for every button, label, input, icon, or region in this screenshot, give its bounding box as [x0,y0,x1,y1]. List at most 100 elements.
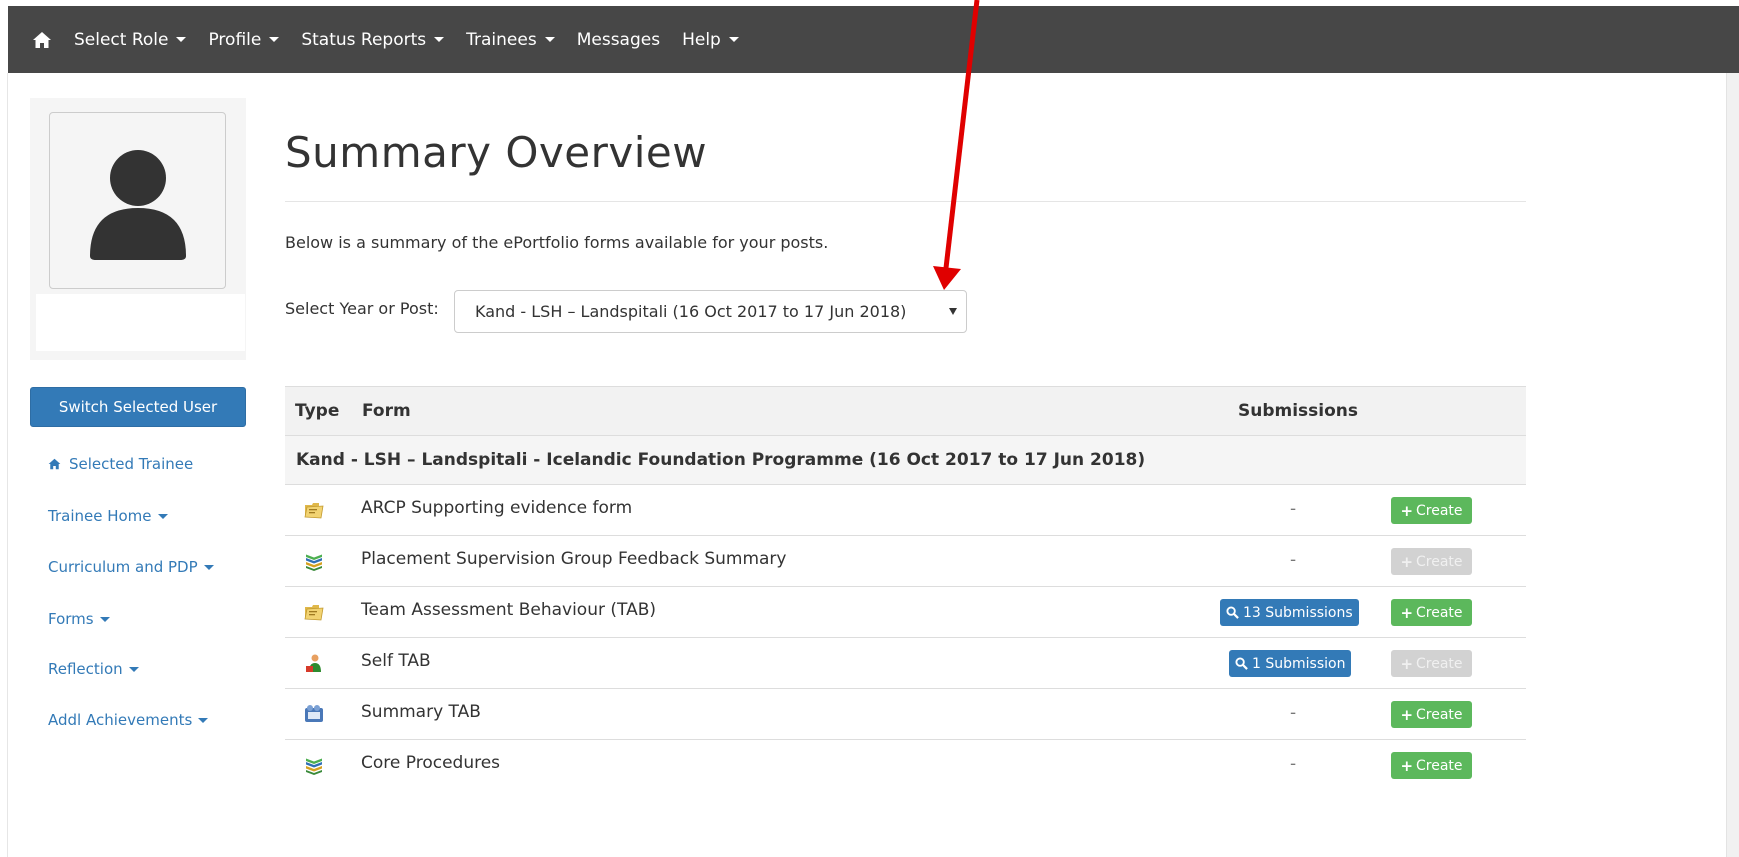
create-label: Create [1416,757,1463,774]
person-icon [306,654,321,672]
table-row: Placement Supervision Group Feedback Sum… [285,535,1526,586]
switch-selected-user-button[interactable]: Switch Selected User [30,387,246,427]
nav-select-role[interactable]: Select Role [74,30,187,50]
left-edge [0,73,8,857]
nav-messages[interactable]: Messages [577,30,660,50]
create-button-disabled: + Create [1391,650,1472,677]
plus-icon: + [1400,705,1414,724]
avatar [49,112,226,289]
table-row: ARCP Supporting evidence form - + Create [285,484,1526,535]
create-label: Create [1416,655,1463,672]
film-icon [305,705,323,722]
nav-label: Help [682,29,721,50]
create-button[interactable]: + Create [1391,752,1472,779]
table-row: Self TAB 1 Submission + Create [285,637,1526,688]
sidebar-item-reflection[interactable]: Reflection [48,660,139,678]
sidebar-item-label: Addl Achievements [48,711,193,729]
chevron-down-icon [157,513,168,519]
chevron-down-icon [544,37,555,42]
form-name[interactable]: Summary TAB [361,702,481,722]
chevron-down-icon [128,666,139,672]
search-icon [1226,606,1239,619]
chevron-down-icon [99,616,110,622]
create-label: Create [1416,706,1463,723]
column-header-form: Form [362,401,411,421]
profile-name-area [36,294,245,351]
sidebar-item-label: Curriculum and PDP [48,558,198,576]
search-icon [1235,657,1248,670]
forms-table: Type Form Submissions Kand - LSH – Lands… [285,386,1526,790]
form-name[interactable]: Core Procedures [361,753,500,773]
nav-label: Status Reports [301,29,427,50]
chevron-down-icon [269,37,280,42]
create-button[interactable]: + Create [1391,599,1472,626]
plus-icon: + [1400,756,1414,775]
scrollbar[interactable] [1726,73,1739,857]
sidebar-item-trainee-home[interactable]: Trainee Home [48,507,168,525]
sidebar-item-selected-trainee[interactable]: Selected Trainee [48,455,193,473]
view-submissions-button[interactable]: 1 Submission [1229,650,1352,677]
submissions-count: 1 Submission [1252,655,1346,672]
column-header-submissions: Submissions [1238,401,1359,421]
create-label: Create [1416,553,1463,570]
nav-profile[interactable]: Profile [208,29,280,50]
sidebar-item-label: Selected Trainee [69,455,194,473]
plus-icon: + [1400,654,1414,673]
divider [285,201,1526,202]
select-value: Kand - LSH – Landspitali (16 Oct 2017 to… [475,302,907,321]
chevron-down-icon [728,37,739,42]
view-submissions-button[interactable]: 13 Submissions [1220,599,1359,626]
plus-icon: + [1400,501,1414,520]
nav-help[interactable]: Help [682,30,739,50]
page-title: Summary Overview [285,128,708,177]
submissions-empty: - [1290,703,1297,723]
books-icon [306,758,322,775]
books-icon [306,554,322,571]
submissions-count: 13 Submissions [1243,604,1353,621]
plus-icon: + [1400,552,1414,571]
profile-panel [30,98,246,360]
page: Select Role Profile Status Reports Train… [0,0,1739,857]
select-year-label: Select Year or Post: [285,299,439,318]
sidebar-item-curriculum[interactable]: Curriculum and PDP [48,558,214,576]
table-row: Summary TAB - + Create [285,688,1526,739]
folder-icon [304,605,324,621]
create-label: Create [1416,502,1463,519]
create-label: Create [1416,604,1463,621]
sidebar-item-label: Forms [48,610,94,628]
table-header: Type Form Submissions [285,386,1526,435]
year-post-select[interactable]: Kand - LSH – Landspitali (16 Oct 2017 to… [454,290,967,333]
sidebar-item-label: Trainee Home [48,507,152,525]
sidebar-item-forms[interactable]: Forms [48,610,110,628]
submissions-empty: - [1290,550,1297,570]
create-button[interactable]: + Create [1391,497,1472,524]
nav-trainees[interactable]: Trainees [466,30,555,50]
form-name[interactable]: Placement Supervision Group Feedback Sum… [361,549,786,569]
chevron-down-icon [434,37,445,42]
home-icon [48,458,61,470]
submissions-empty: - [1290,499,1297,519]
column-header-type: Type [295,401,340,421]
form-name[interactable]: ARCP Supporting evidence form [361,498,632,518]
chevron-down-icon [198,717,209,723]
submissions-empty: - [1290,754,1297,774]
nav-label: Profile [208,29,262,50]
nav-label: Messages [576,29,661,50]
home-icon[interactable] [32,31,52,49]
create-button-disabled: + Create [1391,548,1472,575]
post-group-row: Kand - LSH – Landspitali - Icelandic Fou… [285,435,1526,484]
chevron-down-icon [949,308,957,315]
nav-status-reports[interactable]: Status Reports [301,29,445,50]
sidebar-item-addl-achievements[interactable]: Addl Achievements [48,711,209,729]
table-row: Core Procedures - + Create [285,739,1526,790]
chevron-down-icon [203,564,214,570]
top-navbar: Select Role Profile Status Reports Train… [8,6,1739,73]
table-row: Team Assessment Behaviour (TAB) 13 Submi… [285,586,1526,637]
user-silhouette-icon [89,149,186,260]
folder-icon [304,503,324,519]
sidebar-item-label: Reflection [48,660,123,678]
form-name[interactable]: Self TAB [361,651,431,671]
nav-label: Trainees [466,29,537,50]
create-button[interactable]: + Create [1391,701,1472,728]
form-name[interactable]: Team Assessment Behaviour (TAB) [361,600,656,620]
